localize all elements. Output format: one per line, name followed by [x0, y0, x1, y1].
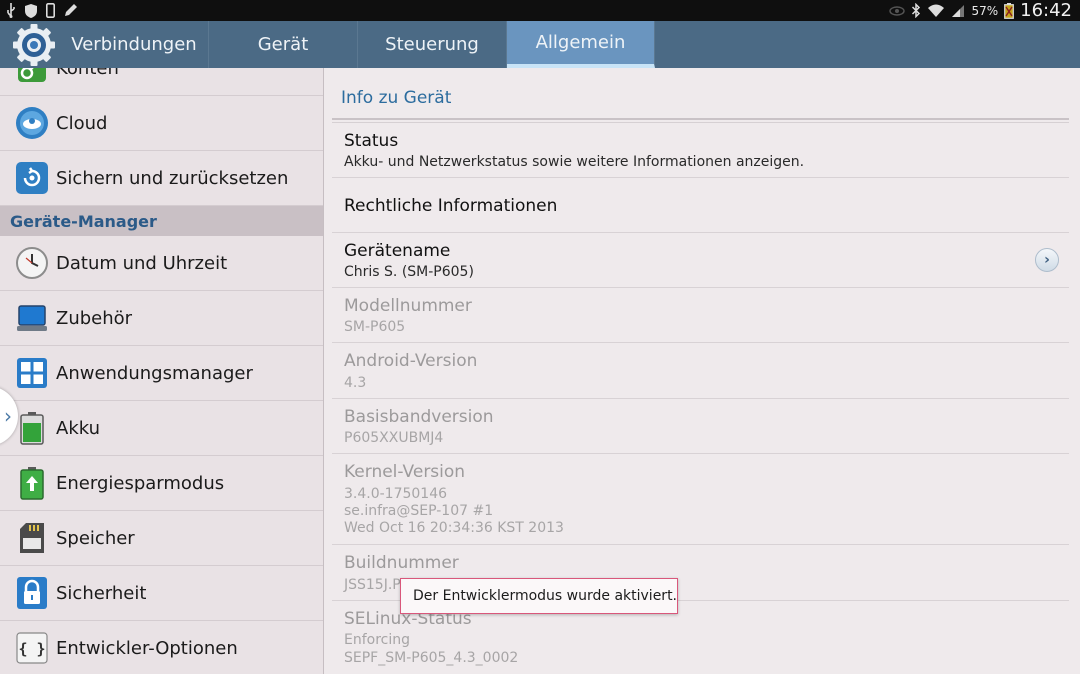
sidebar-item-label: Sicherheit: [56, 582, 147, 604]
svg-text:{ }: { }: [18, 640, 45, 658]
settings-gear-icon: [12, 23, 56, 67]
page-title: Info zu Gerät: [341, 88, 452, 108]
sidebar-item-entwickler-optionen[interactable]: { } Entwickler-Optionen: [0, 621, 323, 674]
settings-tab-bar: Verbindungen Gerät Steuerung Allgemein: [0, 21, 1080, 68]
row-title: Modellnummer: [344, 296, 472, 316]
sidebar-item-label: Anwendungsmanager: [56, 362, 253, 384]
sidebar-item-zubehoer[interactable]: Zubehör: [0, 291, 323, 346]
sidebar-item-datum-uhrzeit[interactable]: Datum und Uhrzeit: [0, 236, 323, 291]
sidebar-item-label: Speicher: [56, 527, 135, 549]
sidebar-item-speicher[interactable]: Speicher: [0, 511, 323, 566]
usb-icon: [6, 2, 16, 19]
settings-sidebar[interactable]: Konten Cloud Sichern und zurücksetzen Ge…: [0, 68, 323, 674]
tab-verbindungen[interactable]: Verbindungen: [60, 21, 209, 68]
sidebar-item-label: Sichern und zurücksetzen: [56, 167, 289, 189]
row-subtitle: P605XXUBMJ4: [344, 430, 444, 446]
tab-steuerung[interactable]: Steuerung: [358, 21, 507, 68]
row-title: Gerätename: [344, 241, 451, 261]
row-android-version: Android-Version 4.3: [332, 343, 1069, 399]
sidebar-section-header: Geräte-Manager: [0, 206, 323, 236]
sidebar-item-label: Akku: [56, 417, 101, 439]
sidebar-item-label: Konten: [56, 68, 119, 79]
row-title: Rechtliche Informationen: [344, 196, 558, 216]
sidebar-item-label: Entwickler-Optionen: [56, 637, 238, 659]
toast-message: Der Entwicklermodus wurde aktiviert.: [400, 578, 678, 614]
row-title: Android-Version: [344, 351, 478, 371]
sd-card-icon: [15, 521, 49, 555]
key-icon: [15, 68, 49, 85]
row-title: Buildnummer: [344, 553, 459, 573]
row-subtitle: Wed Oct 16 20:34:36 KST 2013: [344, 520, 564, 536]
row-subtitle: 4.3: [344, 375, 367, 391]
sidebar-item-konten[interactable]: Konten: [0, 68, 323, 96]
sidebar-item-label: Datum und Uhrzeit: [56, 252, 228, 274]
sidebar-item-sicherheit[interactable]: Sicherheit: [0, 566, 323, 621]
row-modellnummer: Modellnummer SM-P605: [332, 288, 1069, 343]
phone-icon: [46, 2, 55, 19]
system-icons: 57% 16:42: [889, 0, 1072, 21]
sidebar-item-sichern[interactable]: Sichern und zurücksetzen: [0, 151, 323, 206]
sidebar-item-akku[interactable]: Akku: [0, 401, 323, 456]
row-subtitle: se.infra@SEP-107 #1: [344, 503, 494, 519]
clock-time: 16:42: [1020, 0, 1072, 21]
wifi-icon: [927, 2, 945, 19]
battery-icon: [15, 411, 49, 445]
braces-icon: { }: [15, 631, 49, 665]
backup-reset-icon: [15, 161, 49, 195]
notification-icons: [6, 2, 78, 19]
tab-allgemein[interactable]: Allgemein: [507, 21, 655, 68]
row-status[interactable]: Status Akku- und Netzwerkstatus sowie we…: [332, 123, 1069, 178]
signal-icon: [951, 2, 965, 19]
row-title: Kernel-Version: [344, 462, 466, 482]
apps-grid-icon: [15, 356, 49, 390]
pen-icon: [63, 2, 78, 19]
row-title: Basisbandversion: [344, 407, 494, 427]
header-divider: [332, 118, 1069, 120]
shield-icon: [24, 2, 38, 19]
row-subtitle: SM-P605: [344, 319, 406, 335]
sidebar-item-anwendungsmanager[interactable]: Anwendungsmanager: [0, 346, 323, 401]
row-geraetename[interactable]: Gerätename Chris S. (SM-P605) ›: [332, 233, 1069, 288]
row-kernel-version: Kernel-Version 3.4.0-1750146 se.infra@SE…: [332, 454, 1069, 545]
row-subtitle: Akku- und Netzwerkstatus sowie weitere I…: [344, 154, 805, 170]
clock-icon: [15, 246, 49, 280]
battery-percent: 57%: [971, 3, 999, 18]
accessory-icon: [15, 301, 49, 335]
row-rechtliche-informationen[interactable]: Rechtliche Informationen: [332, 178, 1069, 233]
chevron-right-icon[interactable]: ›: [1035, 248, 1059, 272]
status-bar: 57% 16:42: [0, 0, 1080, 21]
lock-icon: [15, 576, 49, 610]
row-subtitle: SEPF_SM-P605_4.3_0002: [344, 650, 519, 666]
sidebar-item-energiesparmodus[interactable]: Energiesparmodus: [0, 456, 323, 511]
eye-icon: [889, 2, 906, 19]
sidebar-item-cloud[interactable]: Cloud: [0, 96, 323, 151]
sidebar-item-label: Zubehör: [56, 307, 133, 329]
bluetooth-icon: [911, 2, 921, 19]
tab-geraet[interactable]: Gerät: [209, 21, 358, 68]
sidebar-item-label: Cloud: [56, 112, 108, 134]
row-basisbandversion: Basisbandversion P605XXUBMJ4: [332, 399, 1069, 454]
row-title: Status: [344, 131, 399, 151]
row-subtitle: Enforcing: [344, 632, 411, 648]
row-subtitle: 3.4.0-1750146: [344, 486, 448, 502]
sidebar-item-label: Energiesparmodus: [56, 472, 225, 494]
battery-icon: [1004, 2, 1015, 19]
row-subtitle: Chris S. (SM-P605): [344, 264, 474, 280]
cloud-icon: [15, 106, 49, 140]
power-saving-icon: [15, 466, 49, 500]
